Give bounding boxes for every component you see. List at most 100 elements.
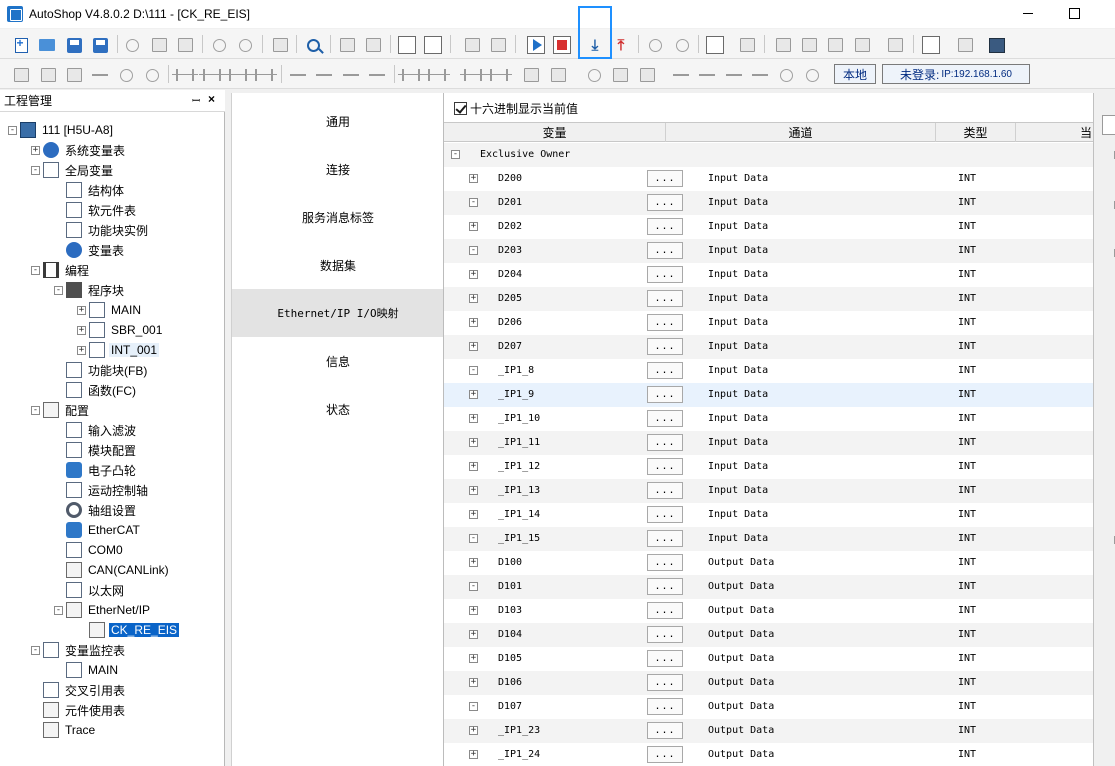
delete-vline-button[interactable] — [749, 64, 771, 86]
nc-contact-button[interactable] — [225, 64, 251, 86]
expand-toggle[interactable]: + — [469, 318, 478, 327]
collapse-toggle[interactable]: - — [451, 150, 460, 159]
help-button[interactable] — [986, 34, 1008, 56]
monitor-button[interactable] — [644, 34, 666, 56]
collapse-toggle[interactable]: - — [469, 702, 478, 711]
stop-button[interactable] — [551, 34, 573, 56]
tree-item[interactable]: - 配置 — [31, 400, 91, 420]
tree-item[interactable]: - 变量监控表 — [31, 640, 127, 660]
align-button[interactable] — [824, 34, 846, 56]
variable-cell[interactable]: _IP1_23 — [498, 725, 540, 736]
table-row[interactable]: + _IP1_23... Output Data INT — [444, 719, 1094, 743]
expand-toggle[interactable]: + — [469, 654, 478, 663]
variable-cell[interactable]: _IP1_10 — [498, 413, 540, 424]
browse-variable-button[interactable]: ... — [647, 458, 683, 475]
browse-variable-button[interactable]: ... — [647, 482, 683, 499]
save-all-button[interactable] — [89, 34, 111, 56]
table-row[interactable]: - D201... Input Data INT — [444, 191, 1094, 215]
compile-button[interactable] — [461, 34, 483, 56]
browse-variable-button[interactable]: ... — [647, 650, 683, 667]
expand-toggle[interactable]: + — [469, 222, 478, 231]
hex-display-checkbox[interactable] — [454, 101, 467, 115]
table-row[interactable]: + D100... Output Data INT — [444, 551, 1094, 575]
nav-item[interactable]: 信息 — [232, 337, 444, 385]
contact-junction-button[interactable] — [89, 64, 111, 86]
output-coil-button[interactable] — [583, 64, 605, 86]
expand-toggle[interactable]: + — [469, 606, 478, 615]
hline-button[interactable] — [670, 64, 692, 86]
run-button[interactable] — [525, 34, 547, 56]
tree-item[interactable]: 轴组设置 — [54, 500, 138, 520]
tree-item[interactable]: Trace — [31, 720, 97, 740]
variable-cell[interactable]: D202 — [498, 221, 522, 232]
expand-toggle[interactable]: + — [469, 558, 478, 567]
table-row[interactable]: + D202... Input Data INT — [444, 215, 1094, 239]
tree-item[interactable]: 输入滤波 — [54, 420, 138, 440]
collapse-toggle[interactable]: - — [31, 165, 40, 175]
table-row[interactable]: + D207... Input Data INT — [444, 335, 1094, 359]
browse-variable-button[interactable]: ... — [647, 578, 683, 595]
browse-variable-button[interactable]: ... — [647, 266, 683, 283]
close-icon[interactable]: × — [208, 92, 215, 106]
variable-cell[interactable]: _IP1_12 — [498, 461, 540, 472]
tree-item[interactable]: 功能块(FB) — [54, 360, 149, 380]
table-row[interactable]: + _IP1_24... Output Data INT — [444, 743, 1094, 766]
parallel-nc-contact-button[interactable] — [251, 64, 277, 86]
download-button[interactable]: ⤓ — [584, 34, 606, 56]
hex-display-option[interactable]: 十六进制显示当前值 — [454, 100, 578, 116]
expand-toggle[interactable]: + — [469, 174, 478, 183]
write-button[interactable] — [736, 34, 758, 56]
connection-mode-box[interactable]: 本地 — [834, 64, 876, 84]
table-row[interactable]: + D104... Output Data INT — [444, 623, 1094, 647]
login-button[interactable] — [920, 34, 942, 56]
table-row[interactable]: + D106... Output Data INT — [444, 671, 1094, 695]
rising-edge-button[interactable] — [398, 64, 424, 86]
tree-item[interactable]: - EtherNet/IP — [54, 600, 152, 620]
right-panel-input[interactable] — [1102, 115, 1115, 135]
variable-cell[interactable]: D205 — [498, 293, 522, 304]
arrow-down-button[interactable] — [141, 64, 163, 86]
nav-item[interactable]: 通用 — [232, 97, 444, 145]
table-row[interactable]: + _IP1_9... Input Data INT — [444, 383, 1094, 407]
expand-toggle[interactable]: + — [77, 325, 86, 335]
tree-item[interactable]: + INT_001 — [77, 340, 160, 360]
collapse-toggle[interactable]: - — [469, 246, 478, 255]
copy-button[interactable] — [148, 34, 170, 56]
collapse-toggle[interactable]: - — [54, 605, 63, 615]
variable-cell[interactable]: _IP1_15 — [498, 533, 540, 544]
tree-item[interactable]: CAN(CANLink) — [54, 560, 171, 580]
parallel-falling-button[interactable] — [486, 64, 512, 86]
variable-cell[interactable]: _IP1_8 — [498, 365, 534, 376]
sfc-mode-button[interactable] — [37, 64, 59, 86]
expand-toggle[interactable]: + — [469, 750, 478, 759]
tree-item[interactable]: MAIN — [54, 660, 120, 680]
vertical-line-button[interactable] — [313, 64, 335, 86]
tree-item[interactable]: 功能块实例 — [54, 220, 150, 240]
nav-item[interactable]: 服务消息标签 — [232, 193, 444, 241]
tree-item[interactable]: COM0 — [54, 540, 125, 560]
table-row[interactable]: + D204... Input Data INT — [444, 263, 1094, 287]
table-row[interactable]: - D101... Output Data INT — [444, 575, 1094, 599]
expand-toggle[interactable]: + — [469, 390, 478, 399]
tree-item[interactable]: 元件使用表 — [31, 700, 127, 720]
variable-cell[interactable]: _IP1_11 — [498, 437, 540, 448]
expand-toggle[interactable]: + — [469, 462, 478, 471]
delete-hline-button[interactable] — [723, 64, 745, 86]
browse-variable-button[interactable]: ... — [647, 554, 683, 571]
tree-item[interactable]: + SBR_001 — [77, 320, 164, 340]
variable-cell[interactable]: D105 — [498, 653, 522, 664]
open-project-button[interactable] — [36, 34, 58, 56]
expand-toggle[interactable]: + — [469, 510, 478, 519]
table-row[interactable]: + D105... Output Data INT — [444, 647, 1094, 671]
maximize-button[interactable] — [1064, 4, 1084, 22]
column-header-variable[interactable]: 变量 — [444, 123, 666, 142]
test-button[interactable] — [884, 34, 906, 56]
browse-variable-button[interactable]: ... — [647, 290, 683, 307]
horizontal-line-button[interactable] — [287, 64, 309, 86]
browse-variable-button[interactable]: ... — [647, 386, 683, 403]
variable-cell[interactable]: D203 — [498, 245, 522, 256]
tree-item[interactable]: 软元件表 — [54, 200, 138, 220]
variable-cell[interactable]: D101 — [498, 581, 522, 592]
force-on-button[interactable] — [772, 34, 794, 56]
falling-edge-button[interactable] — [424, 64, 450, 86]
